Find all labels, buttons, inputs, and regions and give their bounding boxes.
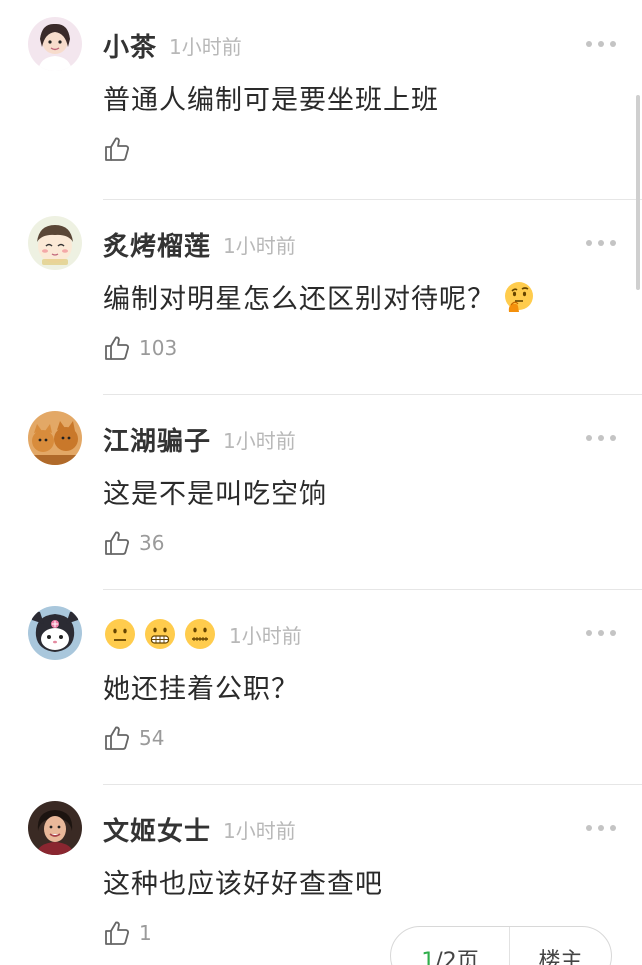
comment-item: 小茶 1小时前 普通人编制可是要坐班上班 bbox=[0, 0, 642, 195]
thinking-face-emoji bbox=[505, 281, 533, 312]
divider bbox=[103, 784, 642, 785]
kuromi-avatar-icon bbox=[28, 606, 82, 660]
username[interactable]: 炙烤榴莲 bbox=[103, 226, 211, 263]
avatar[interactable] bbox=[28, 411, 82, 465]
like-count: 36 bbox=[139, 531, 165, 555]
comment-text: 这是不是叫吃空饷 bbox=[103, 472, 327, 511]
woman-avatar-icon bbox=[28, 801, 82, 855]
avatar[interactable] bbox=[28, 801, 82, 855]
like-button[interactable]: 54 bbox=[103, 723, 164, 753]
page-indicator[interactable]: 1/2页 bbox=[391, 927, 509, 965]
more-options-icon[interactable] bbox=[586, 622, 616, 644]
timestamp: 1小时前 bbox=[223, 818, 296, 843]
comment-header: 文姬女士 1小时前 bbox=[103, 806, 296, 852]
more-options-icon[interactable] bbox=[586, 427, 616, 449]
zipper-mouth-face-emoji bbox=[185, 619, 215, 649]
pagination-bar: 1/2页 楼主 bbox=[390, 926, 612, 965]
more-options-icon[interactable] bbox=[586, 33, 616, 55]
comment-header: 江湖骗子 1小时前 bbox=[103, 416, 296, 462]
comment-text-body: 这是不是叫吃空饷 bbox=[103, 479, 327, 510]
more-options-icon[interactable] bbox=[586, 232, 616, 254]
username[interactable]: 文姬女士 bbox=[103, 811, 211, 848]
original-poster-label: 楼主 bbox=[538, 949, 583, 965]
timestamp: 1小时前 bbox=[223, 233, 296, 258]
comment-text-body: 编制对明星怎么还区别对待呢？ bbox=[103, 284, 495, 315]
comment-item: 江湖骗子 1小时前 这是不是叫吃空饷 36 bbox=[0, 394, 642, 589]
neutral-face-emoji bbox=[105, 619, 135, 649]
avatar[interactable] bbox=[28, 216, 82, 270]
like-button[interactable]: 36 bbox=[103, 528, 164, 558]
girl-avatar-icon bbox=[28, 17, 82, 71]
divider bbox=[103, 589, 642, 590]
like-count: 103 bbox=[139, 336, 178, 360]
thumbs-up-icon bbox=[105, 137, 129, 161]
divider bbox=[103, 199, 642, 200]
comment-text: 编制对明星怎么还区别对待呢？ bbox=[103, 277, 537, 316]
comment-text-body: 这种也应该好好查查吧 bbox=[103, 869, 383, 900]
like-count: 54 bbox=[139, 726, 165, 750]
like-count: 1 bbox=[139, 921, 152, 945]
comment-header: 1小时前 bbox=[103, 611, 302, 657]
comment-text: 这种也应该好好查查吧 bbox=[103, 862, 383, 901]
comment-header: 炙烤榴莲 1小时前 bbox=[103, 221, 296, 267]
thumbs-up-icon bbox=[105, 531, 129, 555]
comment-text: 普通人编制可是要坐班上班 bbox=[103, 78, 439, 117]
timestamp: 1小时前 bbox=[229, 623, 302, 648]
timestamp: 1小时前 bbox=[223, 428, 296, 453]
current-page: 1 bbox=[421, 949, 436, 965]
username[interactable]: 江湖骗子 bbox=[103, 421, 211, 458]
comment-item: 炙烤榴莲 1小时前 编制对明星怎么还区别对待呢？ 103 bbox=[0, 199, 642, 394]
thumbs-up-icon bbox=[105, 921, 129, 945]
more-options-icon[interactable] bbox=[586, 817, 616, 839]
comment-text-body: 普通人编制可是要坐班上班 bbox=[103, 85, 439, 116]
total-pages: /2页 bbox=[435, 949, 479, 965]
cats-avatar-icon bbox=[28, 411, 82, 465]
cartoon-avatar-icon bbox=[28, 216, 82, 270]
username[interactable]: 小茶 bbox=[103, 27, 157, 64]
comment-text-body: 她还挂着公职？ bbox=[103, 674, 299, 705]
divider bbox=[103, 394, 642, 395]
thumbs-up-icon bbox=[105, 336, 129, 360]
like-button[interactable]: 103 bbox=[103, 333, 177, 363]
thumbs-up-icon bbox=[105, 726, 129, 750]
timestamp: 1小时前 bbox=[169, 34, 242, 59]
like-button[interactable] bbox=[103, 134, 139, 164]
avatar[interactable] bbox=[28, 606, 82, 660]
comment-feed: 小茶 1小时前 普通人编制可是要坐班上班 炙烤榴莲 1小时前 编制对明星怎么还区… bbox=[0, 0, 642, 965]
avatar[interactable] bbox=[28, 17, 82, 71]
comment-text: 她还挂着公职？ bbox=[103, 667, 299, 706]
comment-item: 1小时前 她还挂着公职？ 54 bbox=[0, 589, 642, 784]
comment-header: 小茶 1小时前 bbox=[103, 22, 242, 68]
scrollbar[interactable] bbox=[636, 95, 640, 290]
grimacing-face-emoji bbox=[145, 619, 175, 649]
like-button[interactable]: 1 bbox=[103, 918, 152, 948]
username[interactable] bbox=[103, 617, 217, 651]
original-poster-button[interactable]: 楼主 bbox=[510, 927, 611, 965]
